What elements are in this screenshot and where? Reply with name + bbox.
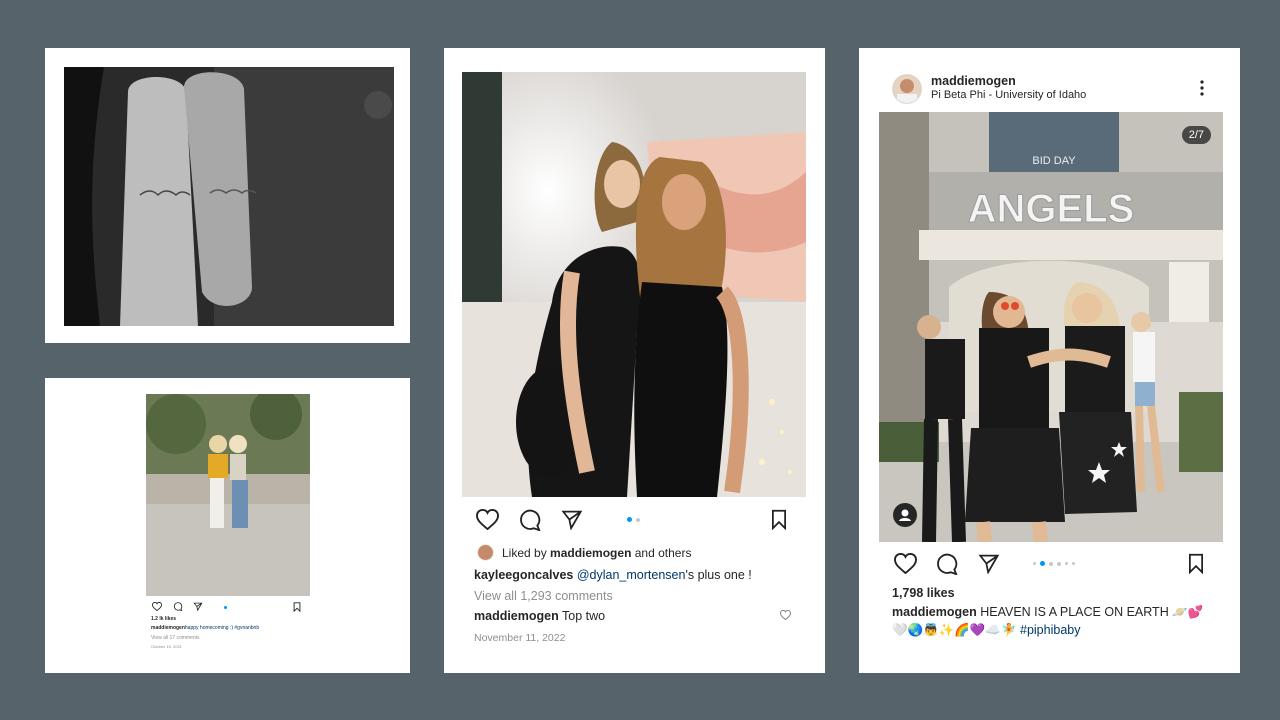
caption: maddiemogen HEAVEN IS A PLACE ON EARTH 🪐… [892, 605, 1203, 620]
comment-icon[interactable] [173, 602, 183, 611]
share-icon[interactable] [193, 602, 203, 611]
carousel-dot [1049, 562, 1053, 566]
bookmark-icon[interactable] [1187, 553, 1205, 574]
caption-text: HEAVEN IS A PLACE ON EARTH 🪐💕 [980, 605, 1204, 619]
caption-username[interactable]: maddiemogen [892, 605, 977, 619]
post-username[interactable]: maddiemogen [931, 74, 1016, 88]
post-date: November 11, 2022 [474, 632, 566, 644]
mini-post-card: 1.2 lk likes maddiemogenhappy homecoming… [45, 378, 410, 673]
tattoo-photo [64, 67, 394, 326]
share-icon[interactable] [561, 509, 583, 530]
comment-username[interactable]: maddiemogen [474, 609, 559, 623]
view-comments-link[interactable]: View all 1,293 comments [474, 589, 613, 603]
post-date: October 15, 2021 [151, 644, 182, 649]
bookmark-icon[interactable] [293, 602, 301, 612]
angels-sign: ANGELS [968, 187, 1135, 231]
share-icon[interactable] [978, 553, 1000, 574]
heart-icon[interactable] [152, 602, 162, 611]
party-photo [462, 72, 806, 497]
carousel-dot [1065, 562, 1068, 565]
carousel-dot [1033, 562, 1036, 565]
caption-line-2: 🤍🌏👼✨🌈💜☁️🧚 #piphibaby [892, 623, 1080, 638]
likes-count: 1.2 lk likes [151, 616, 177, 622]
carousel-dot [1072, 562, 1075, 565]
heart-icon[interactable] [894, 553, 917, 574]
image-counter: 2/7 [1181, 126, 1211, 144]
comment-like-icon[interactable] [780, 610, 791, 620]
likes-count[interactable]: 1,798 likes [892, 586, 955, 600]
post-card-maddie: maddiemogen Pi Beta Phi - University of … [859, 48, 1240, 673]
caption-username[interactable]: maddiemogen [151, 625, 185, 631]
post-card-kaylee: Liked by maddiemogen and others kayleego… [444, 48, 825, 673]
view-comments-link[interactable]: View all 17 comments [151, 635, 200, 641]
caption: maddiemogenhappy homecoming :) #gvnanbnb [151, 625, 259, 631]
user-tag-icon[interactable] [893, 503, 917, 527]
bookmark-icon[interactable] [770, 509, 788, 530]
liked-by: Liked by maddiemogen and others [502, 546, 692, 560]
hashtag-link[interactable]: #piphibaby [1020, 623, 1080, 637]
carousel-dot [224, 606, 227, 609]
liked-by-username[interactable]: maddiemogen [550, 546, 631, 560]
comment-text: Top two [562, 609, 606, 623]
carousel-dot [1057, 562, 1061, 566]
caption-emojis: 🤍🌏👼✨🌈💜☁️🧚 [892, 623, 1017, 637]
carousel-dot [636, 518, 640, 522]
liked-by-avatar[interactable] [477, 544, 494, 561]
carousel-dot-active [627, 517, 632, 522]
post-location[interactable]: Pi Beta Phi - University of Idaho [931, 89, 1086, 101]
mini-post-photo [146, 394, 310, 596]
caption-text: 's plus one ! [685, 568, 752, 582]
comment-icon[interactable] [936, 553, 958, 575]
caption-username[interactable]: kayleegoncalves [474, 568, 573, 582]
caption: kayleegoncalves @dylan_mortensen's plus … [474, 568, 752, 582]
caption-text: happy homecoming :) #gvnanbnb [184, 625, 260, 631]
tattoo-photo-card [45, 48, 410, 343]
banner-text: BID DAY [1032, 155, 1076, 167]
bid-day-photo: BID DAY ANGELS 2/7 [879, 112, 1223, 542]
carousel-dot-active [1040, 561, 1045, 566]
comment-icon[interactable] [519, 509, 541, 531]
comment: maddiemogen Top two [474, 609, 605, 623]
caption-mention[interactable]: @dylan_mortensen [577, 568, 686, 582]
more-vertical-icon[interactable] [1199, 80, 1205, 96]
heart-icon[interactable] [476, 509, 499, 530]
avatar[interactable] [892, 74, 922, 104]
